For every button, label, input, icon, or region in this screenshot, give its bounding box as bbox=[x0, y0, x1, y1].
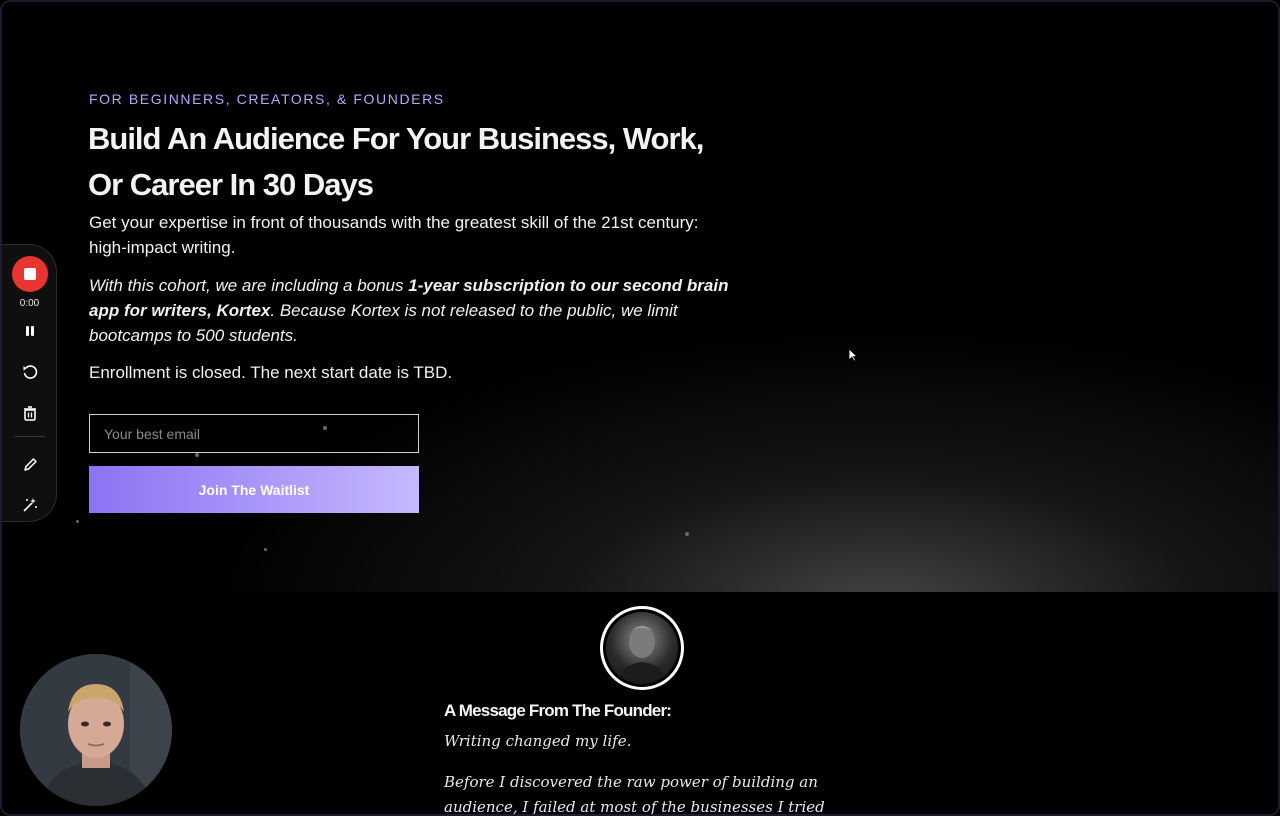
hero-section: FOR BEGINNERS, CREATORS, & FOUNDERS Buil… bbox=[2, 2, 1278, 592]
founder-photo bbox=[606, 612, 678, 684]
pencil-icon bbox=[23, 457, 37, 471]
founder-message-paragraph: Before I discovered the raw power of bui… bbox=[444, 773, 825, 816]
mouse-cursor-icon bbox=[848, 348, 858, 362]
particle-dot bbox=[264, 548, 267, 551]
recording-timer: 0:00 bbox=[19, 298, 40, 309]
recorder-toolbar: 0:00 bbox=[2, 244, 57, 522]
stop-recording-button[interactable] bbox=[12, 256, 48, 292]
webcam-person-icon bbox=[20, 654, 172, 806]
browser-frame: FOR BEGINNERS, CREATORS, & FOUNDERS Buil… bbox=[0, 0, 1280, 816]
founder-message-title: A Message From The Founder: bbox=[444, 701, 672, 720]
particle-dot bbox=[195, 453, 199, 457]
pause-button[interactable] bbox=[16, 319, 44, 343]
hero-kicker: FOR BEGINNERS, CREATORS, & FOUNDERS bbox=[89, 91, 445, 107]
bonus-note: With this cohort, we are including a bon… bbox=[89, 273, 749, 348]
bonus-prefix: With this cohort, we are including a bon… bbox=[89, 276, 409, 295]
hero-headline: Build An Audience For Your Business, Wor… bbox=[88, 121, 704, 202]
effects-button[interactable] bbox=[16, 493, 44, 517]
founder-portrait-icon bbox=[618, 626, 666, 684]
webcam-overlay[interactable] bbox=[20, 654, 172, 806]
join-waitlist-button[interactable]: Join The Waitlist bbox=[89, 466, 419, 513]
toolbar-divider bbox=[15, 436, 45, 437]
restart-button[interactable] bbox=[16, 360, 44, 384]
stop-icon bbox=[24, 268, 36, 280]
particle-dot bbox=[76, 520, 79, 523]
pause-icon bbox=[26, 326, 34, 336]
restart-icon bbox=[23, 365, 38, 379]
founder-message-line: Writing changed my life. bbox=[444, 732, 632, 750]
delete-button[interactable] bbox=[16, 401, 44, 425]
trash-icon bbox=[24, 405, 36, 421]
founder-avatar bbox=[600, 606, 684, 690]
draw-button[interactable] bbox=[16, 452, 44, 476]
magic-wand-icon bbox=[23, 498, 37, 512]
particle-dot bbox=[685, 532, 689, 536]
enrollment-status: Enrollment is closed. The next start dat… bbox=[89, 363, 453, 382]
email-input[interactable] bbox=[89, 414, 419, 453]
hero-subtitle: Get your expertise in front of thousands… bbox=[89, 213, 699, 257]
